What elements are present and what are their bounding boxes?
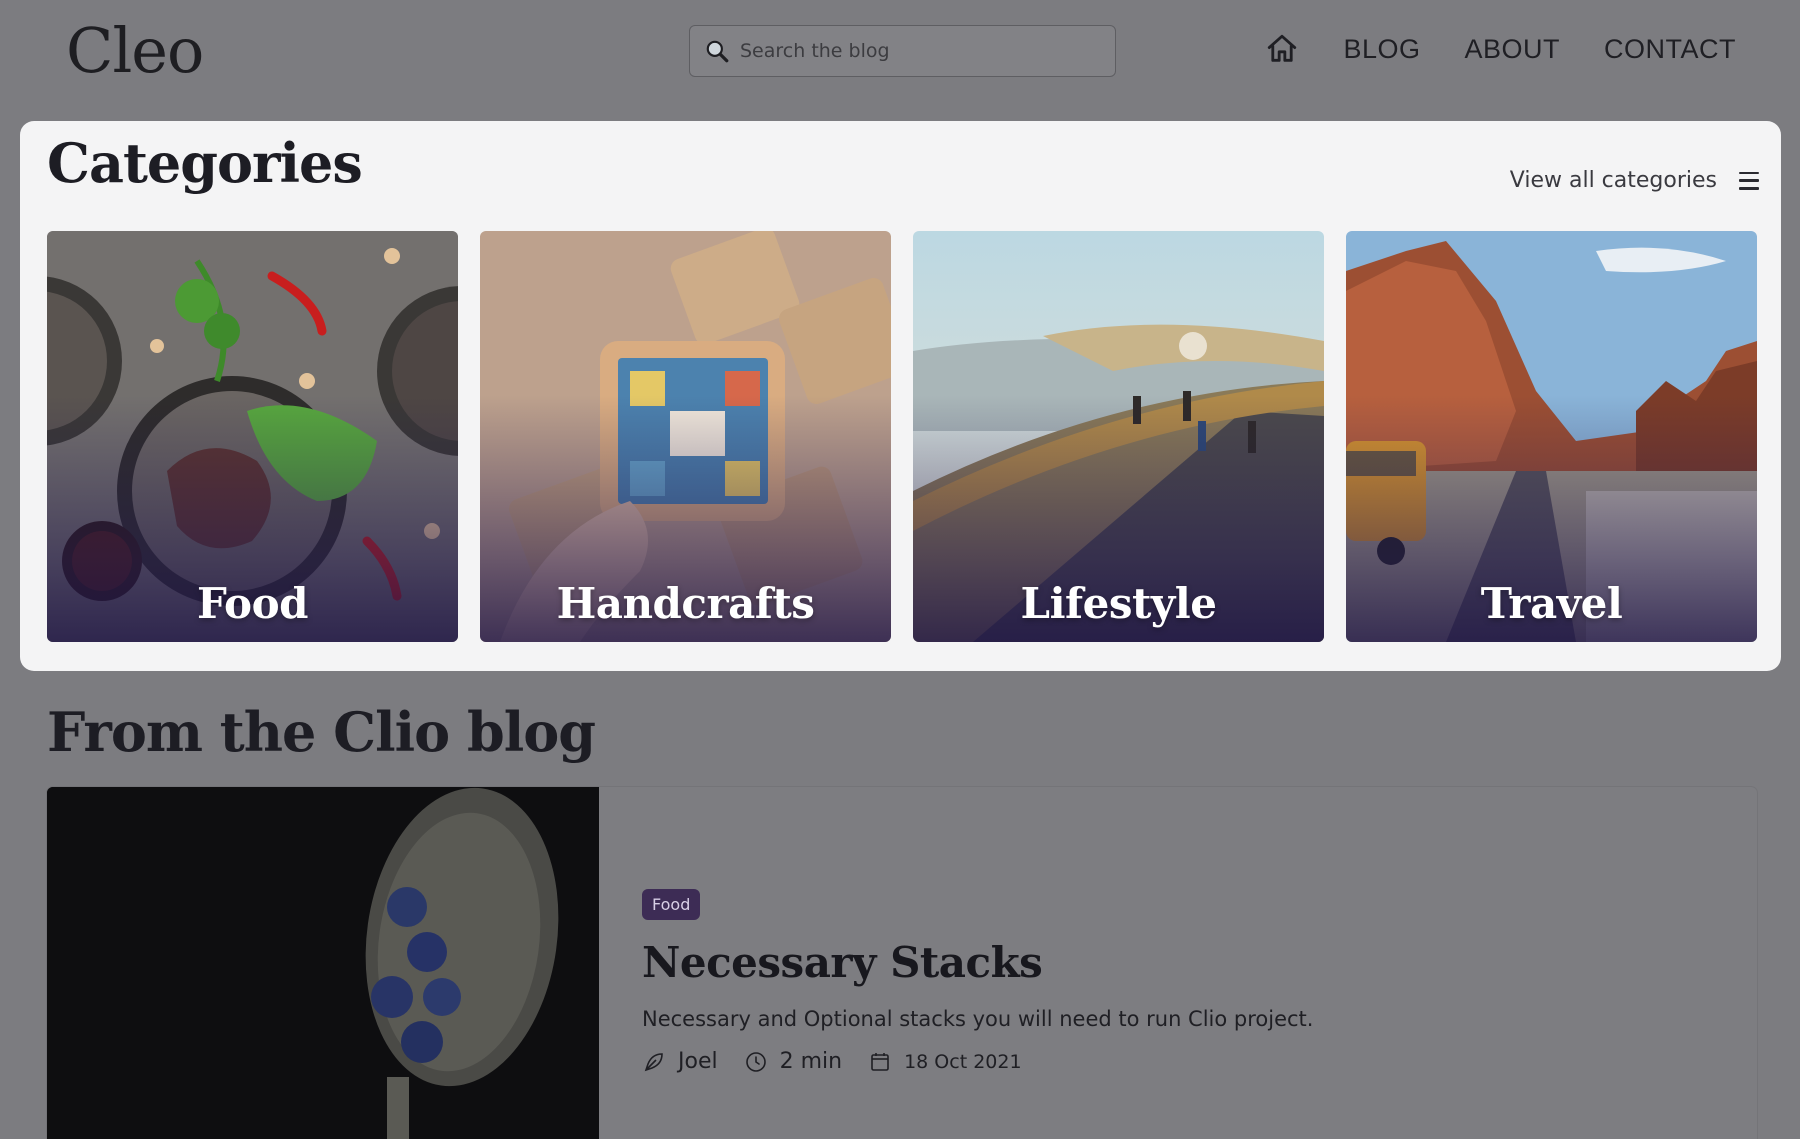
post-read-time-value: 2 min [779,1049,843,1074]
view-all-label: View all categories [1509,168,1717,193]
search-input[interactable] [740,40,1100,62]
category-label-lifestyle: Lifestyle [1020,579,1217,628]
categories-panel: Categories View all categories Food Hand… [20,121,1781,671]
category-label-handcrafts: Handcrafts [556,579,815,628]
post-author-name: Joel [678,1049,718,1074]
nav-contact[interactable]: CONTACT [1604,34,1736,65]
post-meta: Joel 2 min 18 Oct 2021 [642,1049,1313,1074]
post-date-value: 18 Oct 2021 [904,1050,1022,1073]
menu-icon [1739,171,1759,190]
featured-post-card[interactable]: Food Necessary Stacks Necessary and Opti… [47,787,1757,1139]
post-author: Joel [642,1049,718,1074]
feather-icon [644,1052,663,1071]
nav-blog[interactable]: BLOG [1343,34,1420,65]
post-body: Food Necessary Stacks Necessary and Opti… [642,889,1313,1074]
category-card-food[interactable]: Food [47,231,458,642]
main-nav: BLOG ABOUT CONTACT [1265,32,1736,66]
category-card-travel[interactable]: Travel [1346,231,1757,642]
home-icon [1268,34,1297,62]
calendar-icon [871,1052,889,1071]
nav-home[interactable] [1265,32,1299,66]
blog-section-title: From the Clio blog [47,700,596,764]
post-image [47,787,599,1139]
category-label-travel: Travel [1480,579,1623,628]
post-description: Necessary and Optional stacks you will n… [642,1007,1314,1031]
post-read-time: 2 min [744,1049,842,1074]
post-title[interactable]: Necessary Stacks [642,938,1313,987]
categories-title: Categories [47,131,363,195]
site-logo[interactable]: Cleo [66,14,204,87]
category-label-food: Food [197,579,308,628]
post-tag[interactable]: Food [642,889,701,920]
search-icon [706,40,729,63]
view-all-categories-link[interactable]: View all categories [1510,168,1759,193]
category-card-lifestyle[interactable]: Lifestyle [913,231,1324,642]
category-card-handcrafts[interactable]: Handcrafts [480,231,891,642]
search-box[interactable] [689,25,1116,77]
post-date: 18 Oct 2021 [868,1050,1022,1074]
nav-about[interactable]: ABOUT [1464,34,1560,65]
category-cards: Food Handcrafts Lifestyle Travel [47,231,1757,642]
clock-icon [745,1051,766,1072]
